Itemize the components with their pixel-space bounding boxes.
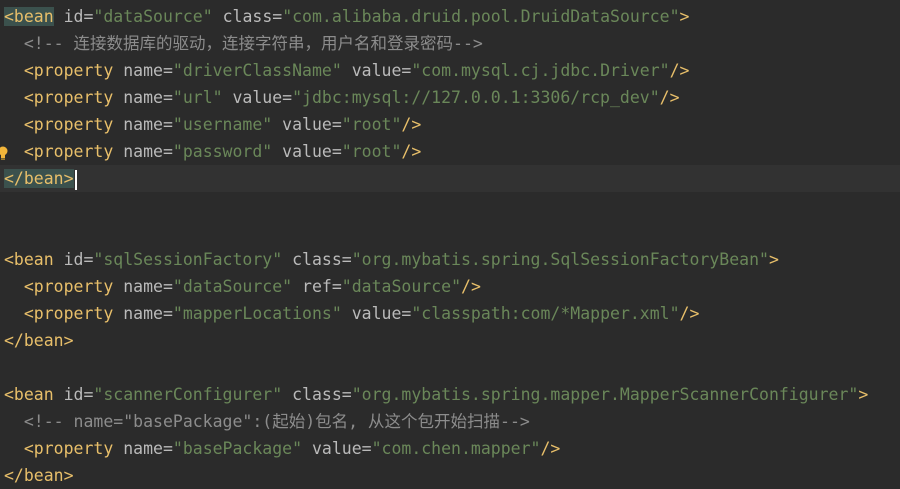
xml-value: "root" xyxy=(341,115,402,134)
code-line[interactable]: <property name="basePackage" value="com.… xyxy=(0,435,900,462)
xml-comment: <!-- name="basePackage":(起始)包名, 从这个包开始扫描… xyxy=(23,412,530,431)
xml-tag: <property xyxy=(23,439,114,458)
xml-attribute: value= xyxy=(311,439,372,458)
code-line[interactable]: <!-- name="basePackage":(起始)包名, 从这个包开始扫描… xyxy=(0,408,900,435)
xml-value: "driverClassName" xyxy=(172,61,342,80)
xml-value: "username" xyxy=(172,115,273,134)
code-line[interactable]: <property name="dataSource" ref="dataSou… xyxy=(0,273,900,300)
code-line[interactable]: </bean> xyxy=(0,462,900,489)
code-line[interactable]: <property name="username" value="root"/> xyxy=(0,111,900,138)
xml-value: "classpath:com/*Mapper.xml" xyxy=(411,304,680,323)
xml-value: "sqlSessionFactory" xyxy=(93,250,283,269)
xml-attribute: class= xyxy=(222,7,283,26)
code-line[interactable]: <property name="mapperLocations" value="… xyxy=(0,300,900,327)
xml-value: "basePackage" xyxy=(172,439,303,458)
xml-tag: <bean xyxy=(4,250,54,269)
xml-attribute: value= xyxy=(282,142,342,161)
xml-attribute: name= xyxy=(123,88,173,107)
xml-value: "scannerConfigurer" xyxy=(93,385,283,404)
code-line[interactable]: </bean> xyxy=(0,327,900,354)
xml-tag: <property xyxy=(23,88,114,107)
xml-value: "jdbc:mysql://127.0.0.1:3306/rcp_dev" xyxy=(292,88,660,107)
xml-tag-end: > xyxy=(679,7,690,26)
xml-attribute: value= xyxy=(282,115,342,134)
xml-tag-end: /> xyxy=(669,61,690,80)
xml-attribute: class= xyxy=(292,385,352,404)
current-code-line[interactable]: </bean> xyxy=(0,165,900,192)
xml-tag: <property xyxy=(23,304,114,323)
xml-tag-end: /> xyxy=(401,142,422,161)
xml-attribute: id= xyxy=(63,385,94,404)
xml-attribute: value= xyxy=(351,61,412,80)
lightbulb-icon[interactable] xyxy=(0,146,8,160)
xml-tag: <property xyxy=(23,61,114,80)
xml-attribute: ref= xyxy=(302,277,342,296)
code-line[interactable]: <bean id="scannerConfigurer" class="org.… xyxy=(0,381,900,408)
code-line[interactable]: <property name="url" value="jdbc:mysql:/… xyxy=(0,84,900,111)
text-caret xyxy=(74,169,77,190)
xml-attribute: name= xyxy=(123,439,173,458)
xml-attribute: name= xyxy=(123,304,173,323)
xml-tag-end: /> xyxy=(461,277,481,296)
xml-attribute: value= xyxy=(351,304,412,323)
xml-value: "dataSource" xyxy=(341,277,462,296)
xml-value: "dataSource" xyxy=(172,277,293,296)
xml-tag: <bean xyxy=(4,385,54,404)
xml-attribute: value= xyxy=(232,88,293,107)
code-line[interactable]: <property name="driverClassName" value="… xyxy=(0,57,900,84)
xml-value: "com.mysql.cj.jdbc.Driver" xyxy=(411,61,670,80)
xml-tag-end: /> xyxy=(401,115,422,134)
xml-value: "org.mybatis.spring.mapper.MapperScanner… xyxy=(351,385,859,404)
code-line[interactable]: <property name="password" value="root"/> xyxy=(0,138,900,165)
xml-value: "org.mybatis.spring.SqlSessionFactoryBea… xyxy=(351,250,769,269)
xml-attribute: id= xyxy=(63,250,94,269)
xml-tag: </bean> xyxy=(4,169,74,188)
xml-attribute: name= xyxy=(123,61,173,80)
xml-tag-end: > xyxy=(768,250,779,269)
xml-value: "url" xyxy=(172,88,223,107)
xml-value: "root" xyxy=(341,142,402,161)
xml-tag: </bean> xyxy=(4,331,74,350)
xml-tag-end: /> xyxy=(659,88,680,107)
xml-attribute: name= xyxy=(123,277,173,296)
code-line[interactable]: <bean id="sqlSessionFactory" class="org.… xyxy=(0,246,900,273)
xml-value: "mapperLocations" xyxy=(172,304,342,323)
xml-value: "dataSource" xyxy=(93,7,213,26)
xml-value: "password" xyxy=(172,142,273,161)
xml-tag: </bean> xyxy=(4,466,74,485)
xml-attribute: name= xyxy=(123,142,173,161)
code-editor[interactable]: <bean id="dataSource" class="com.alibaba… xyxy=(0,0,900,487)
xml-attribute: id= xyxy=(63,7,94,26)
xml-tag: <property xyxy=(23,115,114,134)
code-line[interactable]: <bean id="dataSource" class="com.alibaba… xyxy=(0,3,900,30)
xml-value: "com.alibaba.druid.pool.DruidDataSource" xyxy=(282,7,680,26)
xml-comment: <!-- 连接数据库的驱动，连接字符串，用户名和登录密码--> xyxy=(23,34,483,53)
xml-attribute: name= xyxy=(123,115,173,134)
code-line[interactable]: <!-- 连接数据库的驱动，连接字符串，用户名和登录密码--> xyxy=(0,30,900,57)
xml-tag: <property xyxy=(23,142,114,161)
xml-value: "com.chen.mapper" xyxy=(371,439,541,458)
xml-tag-end: /> xyxy=(540,439,561,458)
xml-attribute: class= xyxy=(292,250,352,269)
xml-tag: <property xyxy=(23,277,114,296)
xml-tag-end: > xyxy=(858,385,869,404)
xml-tag-end: /> xyxy=(679,304,700,323)
xml-tag: <bean xyxy=(4,7,54,26)
